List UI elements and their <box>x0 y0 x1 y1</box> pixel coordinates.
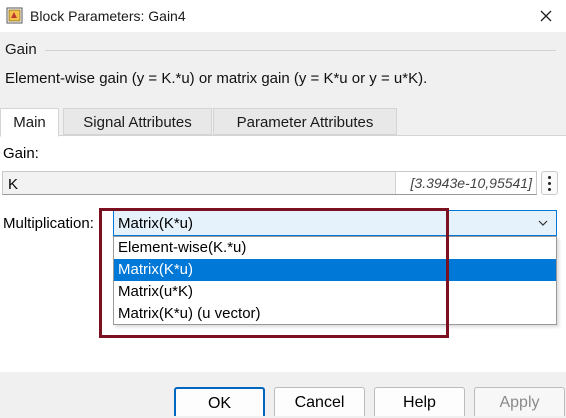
chevron-down-icon <box>538 220 548 226</box>
gain-input[interactable]: K [3.3943e-10,95541] <box>2 171 537 195</box>
multiplication-dropdown-list: Element-wise(K.*u) Matrix(K*u) Matrix(u*… <box>113 236 557 325</box>
title-bar: Block Parameters: Gain4 <box>0 0 566 32</box>
multiplication-select[interactable]: Matrix(K*u) <box>113 210 557 236</box>
simulink-block-icon <box>6 7 23 24</box>
apply-button[interactable]: Apply <box>474 387 565 416</box>
gain-range-hint: [3.3943e-10,95541] <box>395 172 536 194</box>
multiplication-label: Multiplication: <box>3 215 94 232</box>
option-matrix-ku[interactable]: Matrix(K*u) <box>114 259 556 281</box>
multiplication-selected-value: Matrix(K*u) <box>118 215 194 232</box>
tab-signal-attributes[interactable]: Signal Attributes <box>63 108 212 135</box>
gain-label: Gain: <box>3 145 39 162</box>
block-description: Element-wise gain (y = K.*u) or matrix g… <box>5 70 428 87</box>
tab-bar: Main Signal Attributes Parameter Attribu… <box>0 108 566 137</box>
close-icon[interactable] <box>537 7 555 25</box>
option-matrix-ku-vector[interactable]: Matrix(K*u) (u vector) <box>114 303 556 325</box>
gain-value: K <box>8 176 19 193</box>
ok-button[interactable]: OK <box>174 387 265 416</box>
window-title: Block Parameters: Gain4 <box>30 8 186 24</box>
option-element-wise[interactable]: Element-wise(K.*u) <box>114 237 556 259</box>
option-matrix-uk[interactable]: Matrix(u*K) <box>114 281 556 303</box>
group-title: Gain <box>5 41 37 58</box>
cancel-button[interactable]: Cancel <box>274 387 365 416</box>
tab-parameter-attributes[interactable]: Parameter Attributes <box>213 108 397 135</box>
group-divider <box>45 50 556 51</box>
more-options-icon[interactable] <box>541 171 558 195</box>
help-button[interactable]: Help <box>374 387 465 416</box>
tab-main[interactable]: Main <box>0 108 59 137</box>
